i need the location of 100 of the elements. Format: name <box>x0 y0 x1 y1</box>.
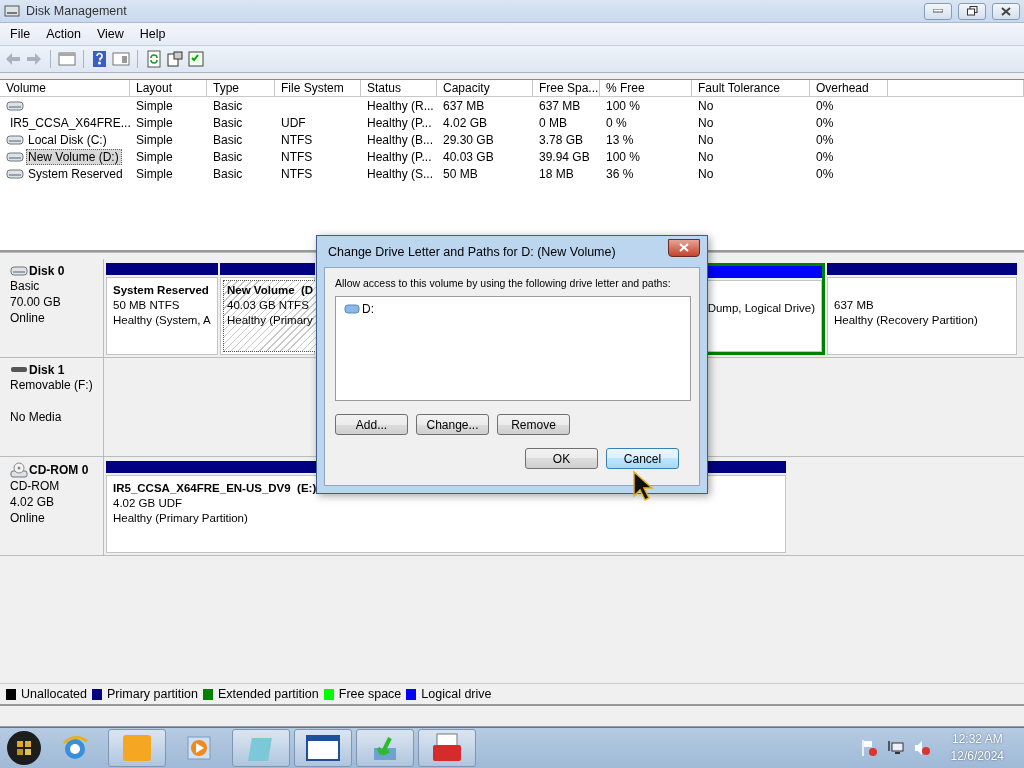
restore-button[interactable] <box>958 2 986 20</box>
path-item[interactable]: D: <box>342 302 376 316</box>
partition-name: System Reserved <box>113 283 210 298</box>
disk-size: 70.00 GB <box>10 295 62 310</box>
disk-name: CD-ROM 0 <box>29 463 89 477</box>
table-cell: 0% <box>816 98 834 113</box>
table-cell: Healthy (P... <box>367 115 432 130</box>
drive-icon <box>6 134 24 145</box>
checklist-icon[interactable] <box>187 50 205 68</box>
legend-label: Free space <box>338 687 402 701</box>
legend-label: Primary partition <box>107 687 198 701</box>
taskbar-app-button[interactable] <box>418 729 476 767</box>
dialog-button[interactable]: Remove <box>497 414 570 435</box>
table-cell: Healthy (R... <box>367 98 434 113</box>
table-cell: 0 % <box>606 115 627 130</box>
properties-icon[interactable] <box>166 50 184 68</box>
path-list[interactable]: D: <box>335 296 691 401</box>
column-header[interactable]: File System <box>275 80 361 97</box>
dialog-button[interactable]: Change... <box>416 414 489 435</box>
removable-drive-icon <box>10 366 28 374</box>
disk-status: Online <box>10 511 46 526</box>
disk-status: Online <box>10 311 46 326</box>
column-header[interactable]: Type <box>207 80 275 97</box>
table-cell: 0% <box>816 115 834 130</box>
column-header[interactable]: Free Spa... <box>533 80 600 97</box>
close-button[interactable] <box>992 2 1020 20</box>
menu-item[interactable]: Action <box>38 27 89 41</box>
partition[interactable]: New Volume (D 40.03 GB NTFS Healthy (Primary <box>220 277 315 355</box>
column-header[interactable]: Overhead <box>810 80 888 97</box>
partition-status: Healthy (Primary Partition) <box>113 511 248 526</box>
disk-name: Disk 1 <box>29 363 65 377</box>
table-cell[interactable]: System Reserved <box>26 165 126 182</box>
column-header[interactable]: Layout <box>130 80 207 97</box>
table-cell: NTFS <box>281 166 313 181</box>
menu-item[interactable]: View <box>88 27 132 41</box>
dialog-button[interactable]: Add... <box>335 414 408 435</box>
disk-name: Disk 0 <box>29 264 65 278</box>
partition-size: 50 MB NTFS <box>113 298 180 313</box>
close-button[interactable] <box>668 238 700 257</box>
restore-icon <box>966 6 978 16</box>
panel-icon[interactable] <box>58 50 76 68</box>
partition-size: 637 MB <box>834 298 874 313</box>
column-header[interactable]: Volume <box>0 80 130 97</box>
legend-label: Extended partition <box>218 687 319 701</box>
flag-error-icon[interactable] <box>860 739 879 757</box>
table-cell: Healthy (S... <box>367 166 434 181</box>
table-cell[interactable]: Local Disk (C:) <box>26 131 110 148</box>
table-cell: Simple <box>136 132 173 147</box>
legend-label: Logical drive <box>421 687 492 701</box>
table-cell: Simple <box>136 115 173 130</box>
table-cell: Basic <box>213 98 243 113</box>
table-cell: No <box>698 149 714 164</box>
drive-icon <box>6 151 24 162</box>
refresh-icon[interactable] <box>145 50 163 68</box>
table-cell: 40.03 GB <box>443 149 494 164</box>
column-header[interactable]: Fault Tolerance <box>692 80 810 97</box>
partition-status: Dump, Logical Drive) <box>707 301 815 316</box>
partition-name: New Volume (D <box>227 283 314 298</box>
table-cell: 39.94 GB <box>539 149 590 164</box>
table-cell: 18 MB <box>539 166 574 181</box>
table-cell: 637 MB <box>443 98 485 113</box>
taskbar-app-button[interactable] <box>294 729 352 767</box>
folder-icon <box>122 733 152 763</box>
column-header[interactable]: Capacity <box>437 80 533 97</box>
start-orb-icon[interactable] <box>6 730 42 766</box>
dialog-button[interactable]: OK <box>525 448 598 469</box>
speaker-error-icon[interactable] <box>912 739 931 757</box>
disk-management-icon <box>4 4 20 18</box>
table-cell: Healthy (P... <box>367 149 432 164</box>
table-cell: Simple <box>136 98 173 113</box>
dialog-title: Change Drive Letter and Paths for D: (New Volume) <box>328 244 616 259</box>
table-cell: 13 % <box>606 132 634 147</box>
table-cell: 637 MB <box>539 98 581 113</box>
table-cell[interactable]: IR5_CCSA_X64FRE... <box>8 114 134 131</box>
help-icon[interactable] <box>91 50 109 68</box>
partition-status: Healthy (Recovery Partition) <box>834 313 978 328</box>
table-cell: Basic <box>213 166 243 181</box>
minimize-button[interactable] <box>924 2 952 20</box>
media-player-icon <box>186 735 212 761</box>
table-cell: 0% <box>816 166 834 181</box>
table-cell[interactable]: New Volume (D:) <box>26 148 122 165</box>
network-icon[interactable] <box>886 739 905 757</box>
menu-item[interactable]: Help <box>131 27 174 41</box>
drive-icon <box>6 168 24 179</box>
menu-item[interactable]: File <box>2 27 39 41</box>
panel-icon[interactable] <box>112 50 130 68</box>
table-cell: 4.02 GB <box>443 115 488 130</box>
drive-icon <box>6 100 24 111</box>
drive-icon <box>10 266 28 276</box>
table-cell: No <box>698 115 714 130</box>
disk-type: CD-ROM <box>10 479 61 494</box>
dialog-button[interactable]: Cancel <box>606 448 679 469</box>
window-title: Disk Management <box>26 4 128 18</box>
close-icon <box>1001 6 1011 16</box>
partition[interactable]: 637 MB Healthy (Recovery Partition) <box>827 277 1017 355</box>
disk-status: No Media <box>10 410 63 425</box>
column-header[interactable]: Status <box>361 80 437 97</box>
column-header[interactable]: % Free <box>600 80 692 97</box>
partition[interactable]: System Reserved 50 MB NTFS Healthy (System, A <box>106 277 218 355</box>
disk-type: Basic <box>10 279 41 294</box>
